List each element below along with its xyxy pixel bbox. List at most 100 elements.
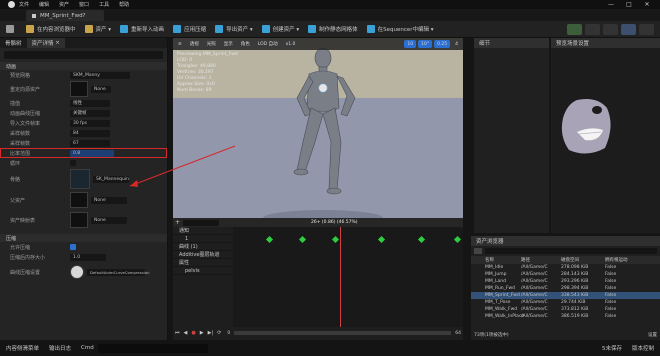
tab-asset-browser[interactable]: 资产浏览器 [471, 236, 660, 246]
filter-icon[interactable] [474, 248, 482, 254]
unsaved-indicator[interactable]: 5未保存 [602, 344, 622, 352]
asset-row[interactable]: MM_Idle/All/Game/C 278.098 KiB False [471, 264, 660, 271]
tab-preview-scene-settings[interactable]: 预览场景设置 [551, 38, 660, 48]
source-control-button[interactable]: 版本控制 [632, 344, 654, 352]
sample-frames-field[interactable]: 84 [70, 129, 110, 137]
mesh-mode-button[interactable] [585, 23, 600, 35]
minimize-button[interactable]: — [602, 1, 620, 8]
menu-window[interactable]: 窗口 [79, 1, 89, 8]
notify-key[interactable] [417, 235, 426, 244]
timeline-scrollbar[interactable] [234, 331, 452, 335]
preview-viewport[interactable]: ≡ 透视 光照 显示 角色 LOD 自动 x1.0 10 10° 0.25 4 … [173, 38, 463, 218]
curve-compression-dropdown[interactable]: 关键帧 [70, 109, 110, 117]
asset-button[interactable]: 资产 ▾ [84, 25, 111, 34]
document-tab[interactable]: MM_Sprint_Fwd? [26, 10, 104, 21]
perspective-button[interactable]: 透视 [186, 40, 202, 48]
notify-key[interactable] [453, 235, 462, 244]
apply-compression-button[interactable]: 应用压缩 [173, 25, 206, 34]
export-asset-button[interactable]: 导出资产 ▾ [215, 25, 253, 34]
rate-scale-input[interactable]: 0.8 [70, 149, 114, 157]
interpolation-dropdown[interactable]: 线性 [70, 99, 110, 107]
asset-row[interactable]: MM_Walk_InPlace/All/Game/C 386.519 KiB Fal… [471, 313, 660, 320]
track-search-input[interactable] [183, 219, 219, 226]
frame-rate-field[interactable]: 30 fps [70, 119, 110, 127]
rotate-snap-button[interactable]: 10° [418, 40, 433, 48]
track-attributes[interactable]: 属性 [173, 259, 233, 267]
asset-row[interactable]: MM_Sprint_Fwd/All/Game/C 338.543 KiB False [471, 292, 660, 299]
section-compression[interactable]: 压缩 [0, 234, 167, 242]
reimport-button[interactable]: 重新导入动画 [120, 25, 164, 34]
console-input[interactable] [97, 343, 208, 353]
content-drawer-button[interactable]: 内容侧滑菜单 [6, 344, 39, 352]
track-notifies[interactable]: 通知 [173, 227, 233, 235]
retarget-source-field[interactable]: None [91, 85, 111, 93]
show-button[interactable]: 显示 [220, 40, 236, 48]
scale-snap-button[interactable]: 0.25 [434, 40, 451, 48]
track-additive[interactable]: Additive图层轨道 [173, 251, 233, 259]
skip-start-icon[interactable]: ⏮ [175, 330, 180, 336]
asset-row[interactable]: MM_Run_Fwd/All/Game/C 298.394 KiB False [471, 285, 660, 292]
menu-file[interactable]: 文件 [19, 1, 29, 8]
viewport-menu-button[interactable]: ≡ [175, 40, 185, 48]
notify-key[interactable] [265, 235, 274, 244]
character-button[interactable]: 角色 [237, 40, 253, 48]
output-log-button[interactable]: 输出日志 [49, 344, 71, 352]
edit-in-sequencer-button[interactable]: 在Sequencer中编辑 ▾ [366, 25, 434, 34]
loop-icon[interactable]: ⟳ [217, 330, 221, 336]
menu-asset[interactable]: 资产 [59, 1, 69, 8]
notify-key[interactable] [298, 235, 307, 244]
asset-row[interactable]: MM_Land/All/Game/C 293.296 KiB False [471, 278, 660, 285]
notify-key[interactable] [331, 235, 340, 244]
playback-speed-button[interactable]: x1.0 [282, 40, 299, 48]
asset-row[interactable]: MM_Jump/All/Game/C 284.143 KiB False [471, 271, 660, 278]
blueprint-mode-button[interactable] [639, 23, 654, 35]
parent-asset-field[interactable]: None [91, 196, 127, 204]
skeleton-dropdown[interactable]: SK_Mannequin [93, 175, 129, 183]
skeleton-mode-button[interactable] [567, 23, 582, 35]
asset-row[interactable]: MM_Walk_Fwd/All/Game/C 373.812 KiB False [471, 306, 660, 313]
view-options-button[interactable]: 设置 [648, 332, 657, 338]
camera-speed-button[interactable]: 4 [452, 40, 461, 48]
details-search-input[interactable] [4, 51, 163, 59]
create-asset-button[interactable]: 创建资产 ▾ [261, 25, 299, 34]
notify-key[interactable] [377, 235, 386, 244]
physics-mode-button[interactable] [603, 23, 618, 35]
curve-settings-field[interactable]: DefaultAnimCurveCompression [87, 268, 149, 276]
playhead[interactable] [340, 227, 341, 327]
section-animation[interactable]: 动画 [0, 62, 167, 70]
asset-search-input[interactable] [485, 248, 657, 254]
allow-compression-checkbox[interactable] [70, 244, 76, 250]
track-curves[interactable]: 曲线 (1) [173, 243, 233, 251]
make-static-mesh-button[interactable]: 制作静态网格体 [308, 25, 358, 34]
menu-tools[interactable]: 工具 [99, 1, 109, 8]
save-button[interactable] [6, 25, 17, 33]
tab-skeleton-tree[interactable]: 骨骼树 [0, 38, 27, 48]
preview-mesh-field[interactable]: SKM_Manny [70, 71, 130, 79]
menu-help[interactable]: 帮助 [119, 1, 129, 8]
close-window-button[interactable]: ✕ [638, 1, 656, 8]
unreal-logo-icon[interactable] [8, 1, 15, 8]
asset-row[interactable]: MM_T_Pose/All/Game/C 29.744 KiB False [471, 299, 660, 306]
compressed-size-field[interactable]: 1.0 [70, 253, 106, 261]
grid-snap-button[interactable]: 10 [404, 40, 417, 48]
step-forward-icon[interactable]: ▶| [208, 330, 214, 336]
lod-button[interactable]: LOD 自动 [254, 40, 281, 48]
animation-mode-button[interactable] [621, 23, 636, 35]
lighting-button[interactable]: 光照 [203, 40, 219, 48]
maximize-button[interactable]: □ [620, 1, 638, 8]
record-icon[interactable]: ● [191, 330, 195, 336]
sample-frames-field-2[interactable]: 67 [70, 139, 110, 147]
menu-edit[interactable]: 编辑 [39, 1, 49, 8]
tab-asset-details[interactable]: 资产详情 × [26, 38, 65, 48]
play-icon[interactable]: ▶ [200, 330, 204, 336]
track-area[interactable] [233, 227, 463, 327]
find-in-browser-button[interactable]: 在内容浏览器中 [26, 25, 76, 34]
step-back-icon[interactable]: ◀ [184, 330, 188, 336]
add-track-icon[interactable]: + [175, 219, 183, 226]
track-notify-1[interactable]: 1 [173, 235, 233, 243]
track-pelvis[interactable]: pelvis [173, 267, 233, 275]
tab-details[interactable]: 细节 [474, 38, 549, 48]
asset-mapping-field[interactable]: None [91, 216, 127, 224]
loop-checkbox[interactable] [70, 160, 76, 166]
close-icon[interactable]: × [55, 40, 60, 46]
